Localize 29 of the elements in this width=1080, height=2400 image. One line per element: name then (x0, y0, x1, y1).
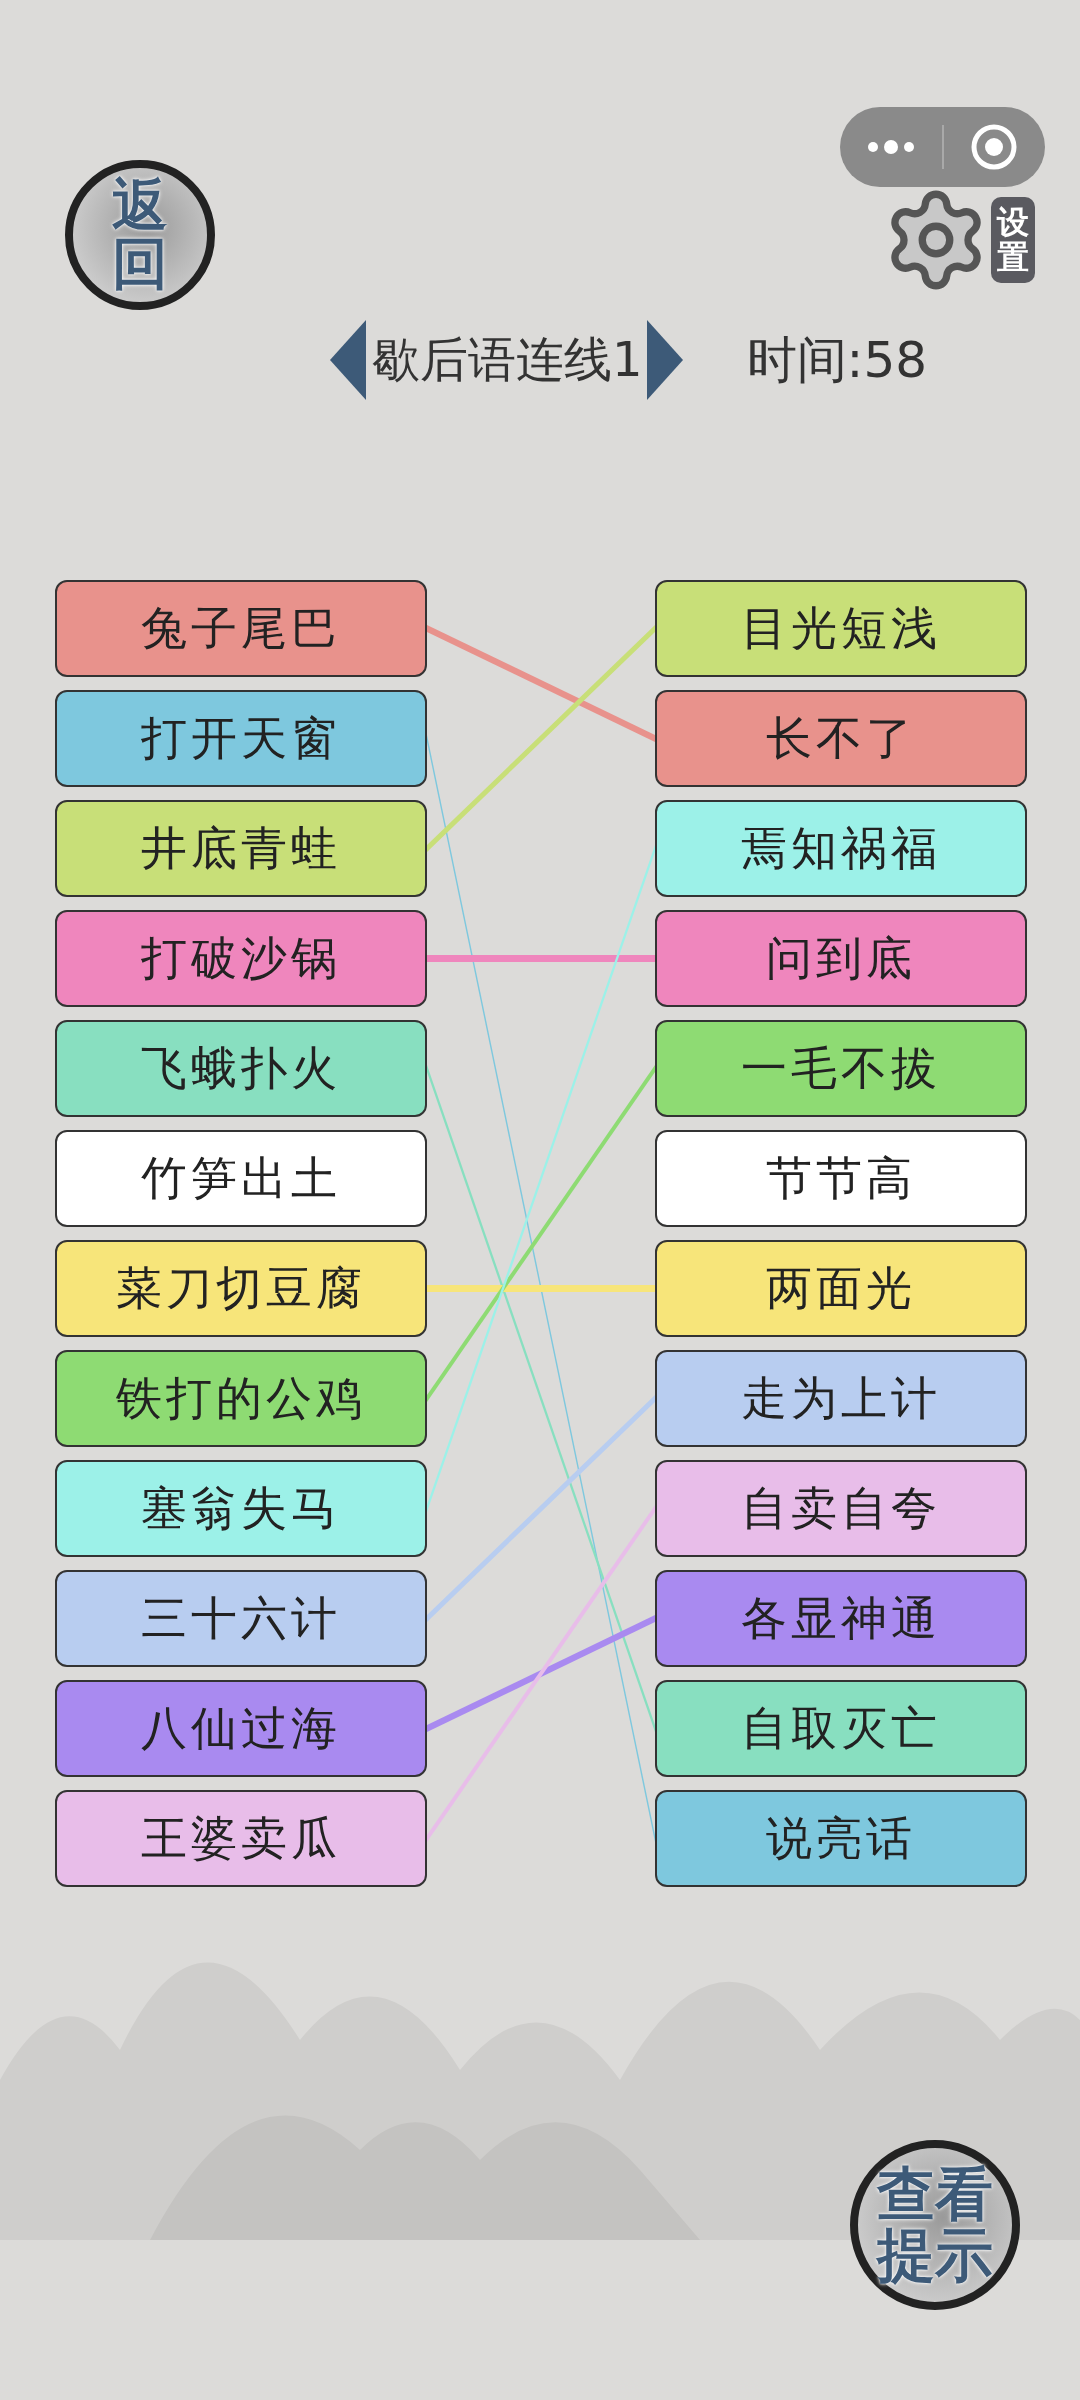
answer-card[interactable]: 自取灭亡 (655, 1680, 1027, 1777)
answer-card[interactable]: 焉知祸福 (655, 800, 1027, 897)
answer-card[interactable]: 长不了 (655, 690, 1027, 787)
next-level-arrow[interactable] (646, 320, 685, 400)
previous-level-arrow[interactable] (330, 320, 368, 400)
phrase-card[interactable]: 三十六计 (55, 1570, 427, 1667)
phrase-card[interactable]: 竹笋出土 (55, 1130, 427, 1227)
phrase-card[interactable]: 打破沙锅 (55, 910, 427, 1007)
answer-card[interactable]: 两面光 (655, 1240, 1027, 1337)
phrase-card[interactable]: 王婆卖瓜 (55, 1790, 427, 1887)
phrase-card[interactable]: 菜刀切豆腐 (55, 1240, 427, 1337)
phrase-card[interactable]: 八仙过海 (55, 1680, 427, 1777)
phrase-card[interactable]: 打开天窗 (55, 690, 427, 787)
timer: 时间:58 (746, 329, 927, 391)
settings-button[interactable]: 设置 (881, 185, 1035, 295)
answer-card[interactable]: 说亮话 (655, 1790, 1027, 1887)
answer-card[interactable]: 问到底 (655, 910, 1027, 1007)
answer-card[interactable]: 目光短浅 (655, 580, 1027, 677)
answer-card[interactable]: 自卖自夸 (655, 1460, 1027, 1557)
answer-card[interactable]: 一毛不拔 (655, 1020, 1027, 1117)
phrase-card[interactable]: 井底青蛙 (55, 800, 427, 897)
phrase-card[interactable]: 铁打的公鸡 (55, 1350, 427, 1447)
phrase-card[interactable]: 塞翁失马 (55, 1460, 427, 1557)
answer-card[interactable]: 走为上计 (655, 1350, 1027, 1447)
level-title: 歇后语连线1 (371, 330, 644, 389)
answer-card[interactable]: 节节高 (655, 1130, 1027, 1227)
phrase-card[interactable]: 兔子尾巴 (55, 580, 427, 677)
phrase-card[interactable]: 飞蛾扑火 (55, 1020, 427, 1117)
answer-card[interactable]: 各显神通 (655, 1570, 1027, 1667)
